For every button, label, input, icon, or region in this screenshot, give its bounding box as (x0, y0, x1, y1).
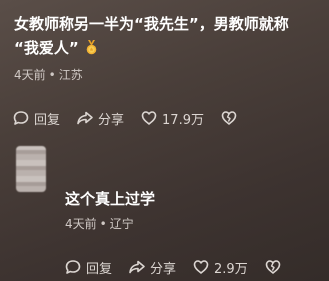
reply-icon (65, 260, 81, 274)
share-button[interactable]: 分享 (128, 258, 176, 277)
reply-button[interactable]: 回复 (12, 109, 60, 128)
share-icon (129, 260, 145, 274)
share-label: 分享 (150, 261, 177, 277)
reply-comment-time: 4天前 (65, 217, 97, 231)
reply-label: 回复 (34, 112, 61, 128)
share-label: 分享 (98, 112, 125, 128)
reply-comment-meta: 4天前 • 辽宁 (65, 215, 155, 233)
meta-separator: • (48, 68, 56, 82)
share-icon (77, 111, 93, 125)
reply-button[interactable]: 回复 (64, 258, 112, 277)
reply-label: 回复 (86, 261, 113, 277)
main-comment-time: 4天前 (14, 68, 46, 82)
main-comment-meta: 4天前 • 江苏 (14, 66, 324, 84)
share-button[interactable]: 分享 (76, 109, 124, 128)
main-comment-line2: “我爱人” (14, 39, 79, 57)
main-comment-text: 女教师称另一半为“我先生”，男教师就称 “我爱人” (14, 12, 324, 60)
reply-comment-location: 辽宁 (109, 217, 134, 231)
meta-separator: • (99, 217, 107, 231)
reply-comment-actions: 回复 分享 2.9万 (64, 256, 302, 278)
heart-icon (141, 111, 157, 125)
like-count: 17.9万 (162, 112, 204, 128)
main-comment-line1: 女教师称另一半为“我先生”，男教师就称 (14, 15, 289, 33)
main-comment-actions: 回复 分享 17.9万 (12, 107, 258, 129)
heart-icon (193, 260, 209, 274)
avatar[interactable] (16, 146, 46, 192)
main-comment-location: 江苏 (58, 68, 83, 82)
broken-heart-icon (221, 111, 237, 125)
reply-icon (13, 111, 29, 125)
reply-comment: 这个真上过学 4天前 • 辽宁 (65, 187, 155, 233)
main-comment: 女教师称另一半为“我先生”，男教师就称 “我爱人” 4天前 • 江苏 (14, 12, 324, 84)
dislike-button[interactable] (220, 109, 242, 127)
reply-comment-text: 这个真上过学 (65, 190, 156, 208)
dislike-button[interactable] (264, 258, 286, 276)
broken-heart-icon (265, 260, 281, 274)
like-button[interactable]: 2.9万 (192, 258, 248, 277)
medal-icon (85, 38, 98, 55)
like-count: 2.9万 (214, 261, 248, 277)
like-button[interactable]: 17.9万 (140, 109, 204, 128)
